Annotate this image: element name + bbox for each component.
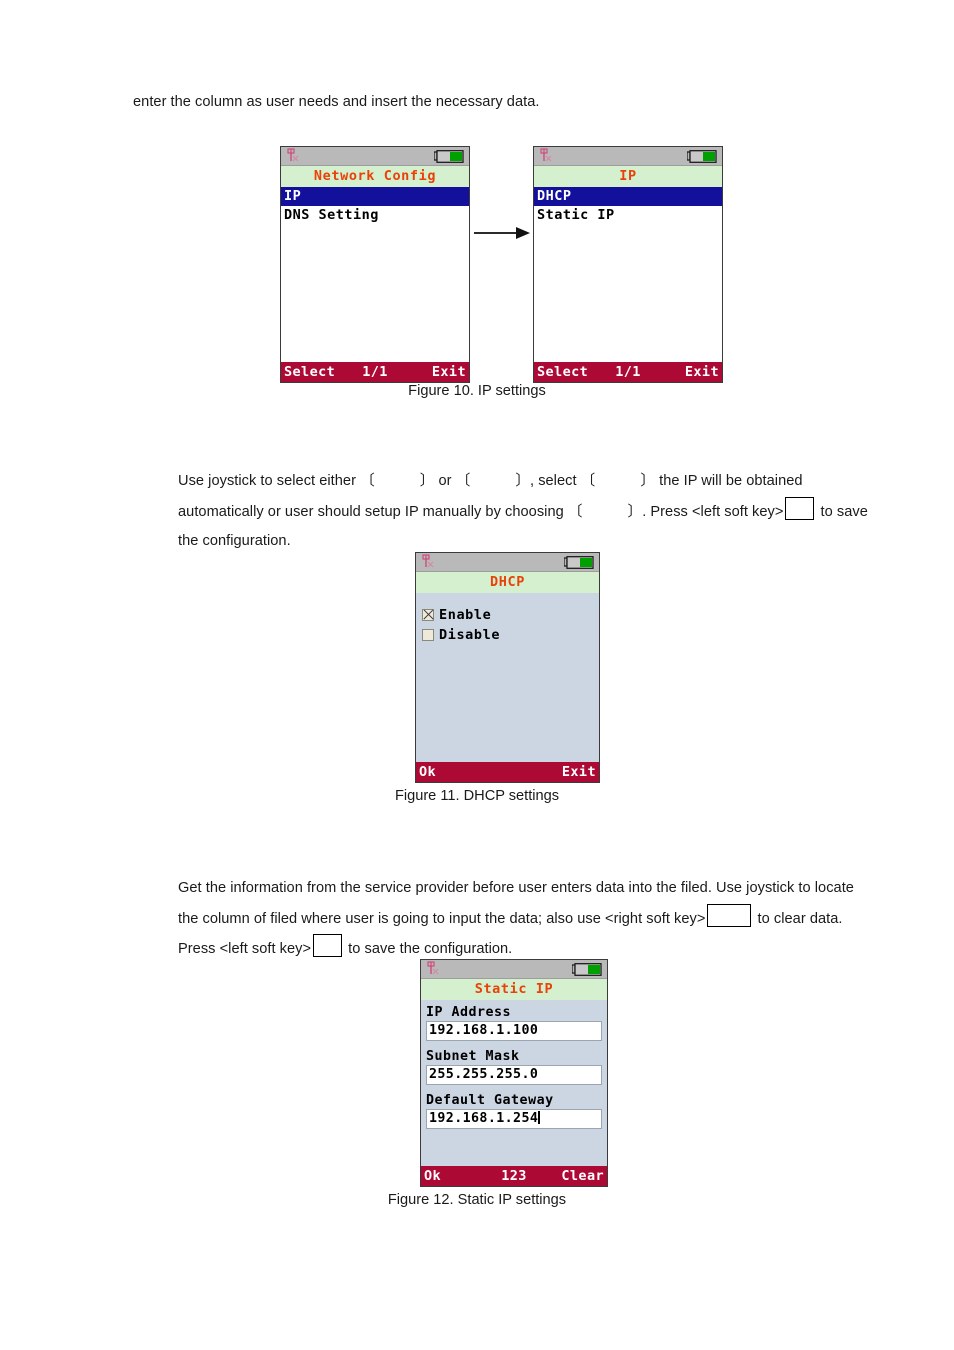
paragraph-intro: enter the column as user needs and inser… xyxy=(133,88,893,118)
menu-item-ip[interactable]: IP xyxy=(281,187,469,206)
screen-title: IP xyxy=(534,166,722,187)
static-ip-form: IP Address 192.168.1.100 Subnet Mask 255… xyxy=(421,1000,607,1166)
screen-static-ip: Static IP IP Address 192.168.1.100 Subne… xyxy=(420,959,608,1187)
checkbox-unchecked-icon[interactable] xyxy=(422,629,434,641)
battery-icon xyxy=(434,150,464,163)
battery-icon xyxy=(687,150,717,163)
placeholder-bracket-choose: 〔 〕 xyxy=(567,503,643,520)
soft-key-bar: Select 1/1 Exit xyxy=(534,362,722,382)
soft-key-bar: Select 1/1 Exit xyxy=(281,362,469,382)
antenna-no-signal-icon xyxy=(540,148,552,162)
intro-text: enter the column as user needs and inser… xyxy=(133,94,540,110)
soft-key-right[interactable]: Exit xyxy=(432,362,466,382)
screen-dhcp: DHCP Enable Disable Ok Exit xyxy=(415,552,600,783)
antenna-no-signal-icon xyxy=(287,148,299,162)
input-subnet-mask-value: 255.255.255.0 xyxy=(429,1067,539,1082)
menu-item-dns-setting[interactable]: DNS Setting xyxy=(281,206,469,225)
battery-icon xyxy=(564,556,594,569)
screen-title: Network Config xyxy=(281,166,469,187)
placeholder-bracket-dhcp: 〔 〕 xyxy=(360,473,435,489)
antenna-no-signal-icon xyxy=(422,554,434,568)
screen-title: Static IP xyxy=(421,979,607,1000)
label-ip-address: IP Address xyxy=(426,1005,512,1020)
input-ip-address-value: 192.168.1.100 xyxy=(429,1023,539,1038)
screen-network-config: Network Config IP DNS Setting Select 1/1… xyxy=(280,146,470,383)
placeholder-bracket-static-ip: 〔 〕 xyxy=(455,473,530,489)
ip-text-2: or xyxy=(438,473,452,489)
input-default-gateway[interactable]: 192.168.1.254 xyxy=(426,1109,602,1129)
placeholder-bracket-select: 〔 〕 xyxy=(580,473,655,489)
soft-key-bar: Ok 123 Clear xyxy=(421,1166,607,1186)
menu-list: DHCP Static IP xyxy=(534,187,722,362)
ip-text-5: . Press <left soft key> xyxy=(642,503,784,520)
text-caret xyxy=(538,1111,540,1124)
soft-key-left[interactable]: Ok xyxy=(419,762,436,782)
menu-item-static-ip[interactable]: Static IP xyxy=(534,206,722,225)
option-enable[interactable]: Enable xyxy=(422,605,599,625)
ip-text-3: , select xyxy=(530,473,577,489)
ip-text-1: Use joystick to select either xyxy=(178,473,356,489)
right-soft-key-box-icon xyxy=(707,903,752,927)
soft-key-right[interactable]: Clear xyxy=(561,1166,604,1186)
menu-item-dhcp[interactable]: DHCP xyxy=(534,187,722,206)
dhcp-options: Enable Disable xyxy=(416,593,599,762)
status-bar xyxy=(534,147,722,166)
option-disable-label: Disable xyxy=(439,627,501,643)
left-soft-key-box-icon xyxy=(785,496,815,520)
status-bar xyxy=(281,147,469,166)
soft-key-bar: Ok Exit xyxy=(416,762,599,782)
label-default-gateway: Default Gateway xyxy=(426,1093,554,1108)
static-text-3: to save the configuration. xyxy=(348,941,513,957)
label-subnet-mask: Subnet Mask xyxy=(426,1049,520,1064)
antenna-no-signal-icon xyxy=(427,961,439,975)
static-text-1: Get the information from the service pro… xyxy=(178,880,854,927)
paragraph-ip-settings: Use joystick to select either 〔 〕 or 〔 〕… xyxy=(178,467,868,557)
flow-arrow-icon xyxy=(474,227,532,239)
status-bar xyxy=(421,960,607,979)
soft-key-right[interactable]: Exit xyxy=(562,762,596,782)
screen-ip: IP DHCP Static IP Select 1/1 Exit xyxy=(533,146,723,383)
paragraph-static-ip: Get the information from the service pro… xyxy=(178,874,868,965)
soft-key-right[interactable]: Exit xyxy=(685,362,719,382)
screen-title: DHCP xyxy=(416,572,599,593)
left-soft-key-box-icon xyxy=(313,934,343,957)
input-ip-address[interactable]: 192.168.1.100 xyxy=(426,1021,602,1041)
checkbox-checked-icon[interactable] xyxy=(422,609,434,621)
input-default-gateway-value: 192.168.1.254 xyxy=(429,1111,539,1126)
document-page: enter the column as user needs and inser… xyxy=(0,0,954,1350)
input-subnet-mask[interactable]: 255.255.255.0 xyxy=(426,1065,602,1085)
caption-figure-10: Figure 10. IP settings xyxy=(408,383,546,399)
option-enable-label: Enable xyxy=(439,607,492,623)
caption-figure-12: Figure 12. Static IP settings xyxy=(387,1192,567,1208)
caption-figure-11: Figure 11. DHCP settings xyxy=(394,788,560,804)
option-disable[interactable]: Disable xyxy=(422,625,599,645)
status-bar xyxy=(416,553,599,572)
menu-list: IP DNS Setting xyxy=(281,187,469,362)
battery-icon xyxy=(572,963,602,976)
